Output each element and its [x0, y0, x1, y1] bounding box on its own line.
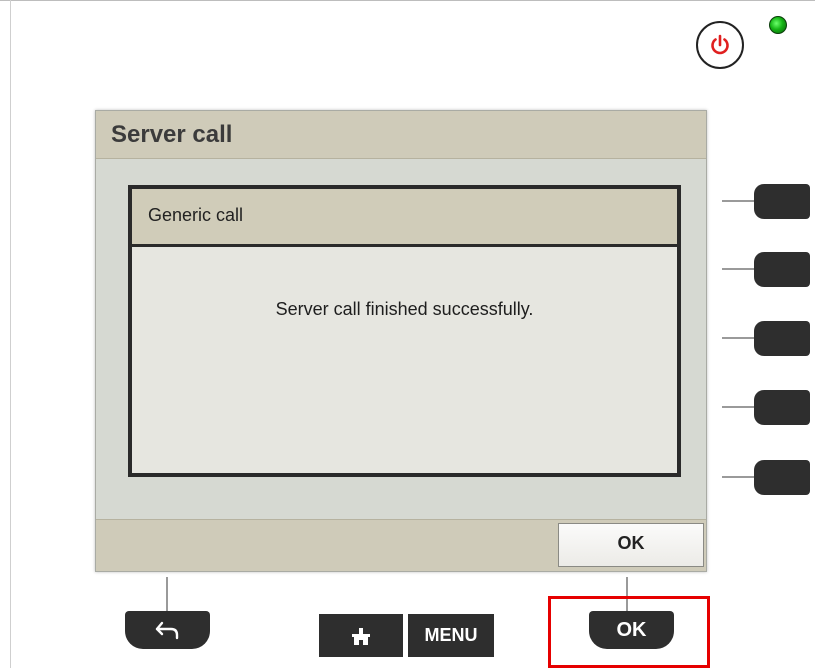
dialog-title: Generic call: [132, 189, 677, 247]
back-arrow-icon: [155, 621, 178, 640]
screen-softkey-bar: OK: [96, 519, 706, 571]
device-frame-top: [0, 0, 815, 9]
line-key-connector-4: [722, 406, 754, 408]
ok-softkey-button[interactable]: OK: [558, 523, 704, 567]
dialog-message: Server call finished successfully.: [275, 299, 534, 319]
home-icon: [352, 627, 370, 645]
line-key-3[interactable]: [754, 321, 810, 356]
server-call-dialog: Generic call Server call finished succes…: [128, 185, 681, 477]
device-frame-left: [0, 0, 11, 668]
line-key-connector-5: [722, 476, 754, 478]
line-key-2[interactable]: [754, 252, 810, 287]
line-key-connector-3: [722, 337, 754, 339]
power-icon: [711, 34, 729, 55]
line-key-connector-2: [722, 268, 754, 270]
ok-hardware-button[interactable]: OK: [589, 611, 674, 649]
menu-button[interactable]: MENU: [408, 614, 494, 657]
power-button[interactable]: [696, 21, 744, 69]
back-button[interactable]: [125, 611, 210, 649]
back-key-connector: [166, 577, 168, 611]
status-led-indicator: [769, 16, 787, 34]
line-key-connector-1: [722, 200, 754, 202]
home-button[interactable]: [319, 614, 403, 657]
phone-screen: Server call Generic call Server call fin…: [95, 110, 707, 572]
ok-key-connector: [626, 577, 628, 611]
line-key-1[interactable]: [754, 184, 810, 219]
line-key-5[interactable]: [754, 460, 810, 495]
screen-title: Server call: [96, 111, 706, 159]
line-key-4[interactable]: [754, 390, 810, 425]
